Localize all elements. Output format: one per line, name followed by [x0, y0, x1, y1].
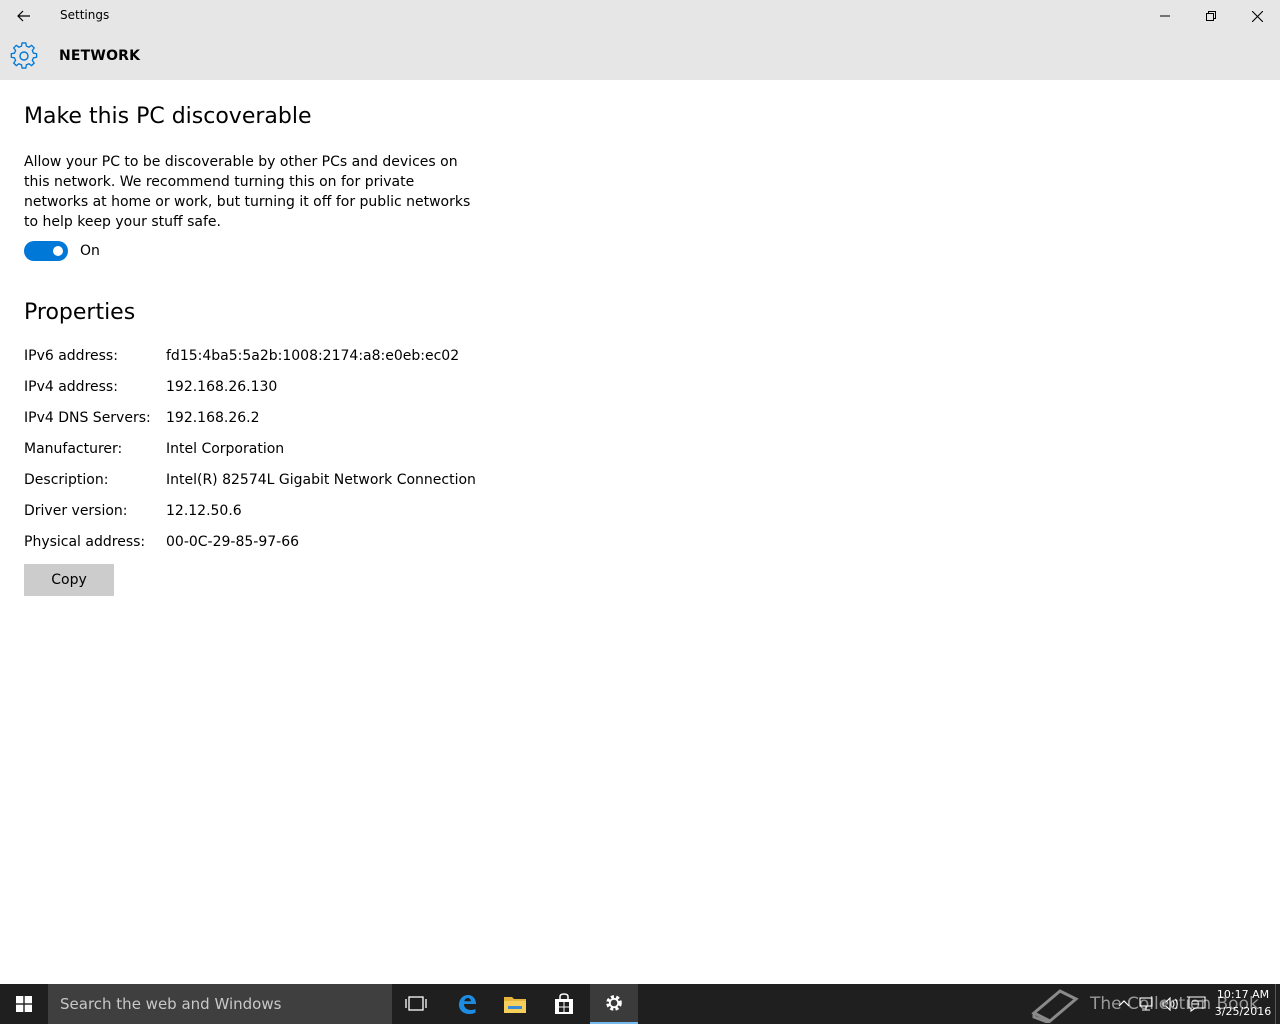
property-row-physical: Physical address: 00-0C-29-85-97-66 [24, 532, 524, 563]
discoverable-description: Allow your PC to be discoverable by othe… [24, 154, 471, 230]
close-button[interactable] [1234, 0, 1280, 32]
property-label: Manufacturer: [24, 441, 123, 457]
title-bar: Settings [0, 0, 1280, 32]
property-row-description: Description: Intel(R) 82574L Gigabit Net… [24, 470, 524, 501]
file-explorer-button[interactable] [491, 984, 539, 1024]
toggle-state-label: On [80, 243, 100, 259]
system-tray [1118, 984, 1206, 1024]
clock-time: 10:17 AM [1216, 988, 1270, 1001]
property-value: 00-0C-29-85-97-66 [166, 534, 300, 550]
property-row-manufacturer: Manufacturer: Intel Corporation [24, 439, 524, 470]
network-icon[interactable] [1138, 997, 1154, 1011]
store-bag-icon [555, 993, 573, 1014]
property-row-dns: IPv4 DNS Servers: 192.168.26.2 [24, 408, 524, 439]
folder-icon [504, 997, 526, 1013]
task-view-button[interactable] [392, 984, 440, 1024]
property-label: Description: [24, 472, 109, 488]
restore-button[interactable] [1188, 0, 1234, 32]
property-row-ipv6: IPv6 address: fd15:4ba5:5a2b:1008:2174:a… [24, 346, 524, 377]
taskbar: Search the web and Windows The Collectio… [0, 984, 1280, 1024]
property-label: IPv4 address: [24, 379, 118, 395]
page-header: NETWORK [0, 32, 1280, 80]
property-row-driver: Driver version: 12.12.50.6 [24, 501, 524, 532]
property-value: 192.168.26.2 [166, 410, 260, 426]
toggle-knob [53, 246, 63, 256]
clock-date: 3/25/2016 [1214, 1005, 1272, 1018]
discoverable-toggle[interactable] [24, 241, 68, 261]
back-arrow-icon [17, 10, 30, 22]
gear-icon [10, 42, 38, 69]
properties-list: IPv6 address: fd15:4ba5:5a2b:1008:2174:a… [24, 346, 524, 563]
property-value: Intel Corporation [166, 441, 285, 457]
taskbar-clock[interactable]: 10:17 AM 3/25/2016 [1214, 986, 1272, 1020]
store-button[interactable] [540, 984, 588, 1024]
settings-taskbar-button[interactable] [590, 984, 638, 1024]
chevron-up-icon[interactable] [1118, 998, 1130, 1010]
task-view-icon [405, 996, 427, 1011]
property-value: 12.12.50.6 [166, 503, 242, 519]
toggle-track[interactable] [24, 241, 68, 261]
property-label: Physical address: [24, 534, 146, 550]
windows-logo-icon [16, 996, 32, 1012]
taskbar-search-box[interactable]: Search the web and Windows [48, 984, 392, 1024]
edge-browser-icon [459, 995, 476, 1014]
property-label: IPv4 DNS Servers: [24, 410, 151, 426]
show-desktop-button[interactable] [1275, 984, 1280, 1024]
property-value: fd15:4ba5:5a2b:1008:2174:a8:e0eb:ec02 [166, 348, 460, 364]
property-row-ipv4: IPv4 address: 192.168.26.130 [24, 377, 524, 408]
start-button[interactable] [0, 984, 48, 1024]
restore-icon [1206, 11, 1216, 21]
properties-heading: Properties [24, 300, 136, 325]
book-icon [1031, 989, 1079, 1023]
close-icon [1251, 10, 1263, 22]
action-center-icon[interactable] [1188, 996, 1206, 1012]
property-label: IPv6 address: [24, 348, 118, 364]
property-value: Intel(R) 82574L Gigabit Network Connecti… [166, 472, 476, 488]
property-value: 192.168.26.130 [166, 379, 278, 395]
discoverable-heading: Make this PC discoverable [24, 104, 312, 129]
minimize-button[interactable] [1142, 0, 1188, 32]
property-label: Driver version: [24, 503, 128, 519]
minimize-icon [1160, 15, 1170, 17]
copy-button[interactable]: Copy [24, 564, 114, 596]
gear-icon [606, 995, 622, 1011]
volume-icon[interactable] [1162, 997, 1180, 1011]
edge-button[interactable] [443, 984, 491, 1024]
back-button[interactable] [0, 0, 48, 32]
window-title: Settings [60, 8, 110, 22]
page-title: NETWORK [59, 48, 141, 64]
